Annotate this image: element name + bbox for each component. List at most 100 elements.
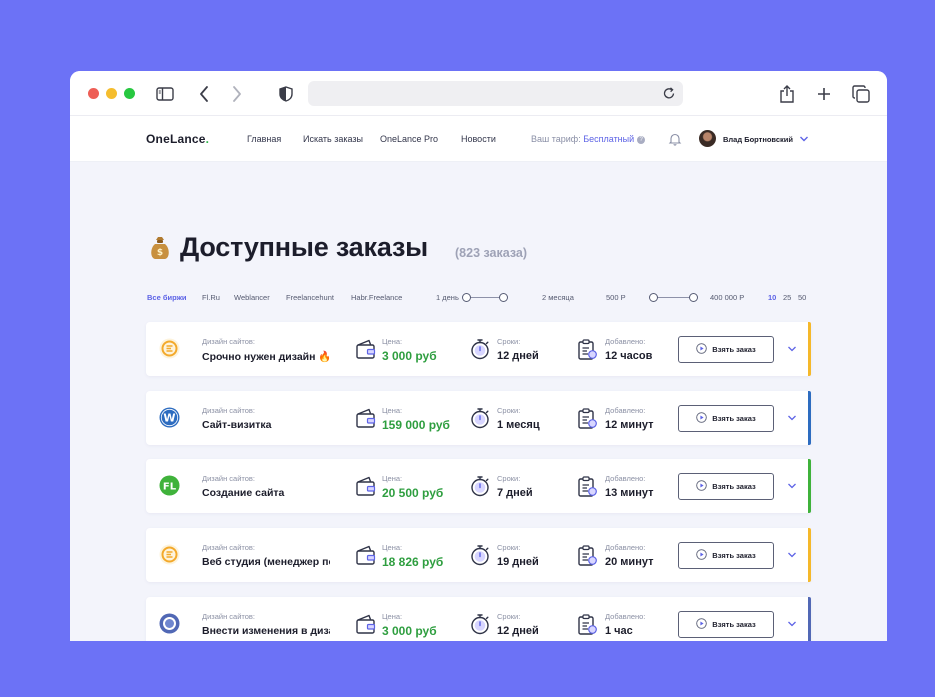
order-title[interactable]: Внести изменения в дизайн [202,625,330,637]
nav-link-search-orders[interactable]: Искать заказы [303,134,363,144]
user-name[interactable]: Влад Бортновский [723,135,793,144]
wallet-icon [355,407,377,429]
help-icon[interactable]: ? [637,136,646,144]
svg-text:W: W [163,411,175,424]
filter-source-all[interactable]: Все биржи [147,293,187,302]
per-page-10[interactable]: 10 [768,293,776,302]
order-card[interactable]: Дизайн сайтов: Веб студия (менеджер по пр… [146,528,811,583]
price-min-label: 500 Р [606,293,626,302]
filters-bar: Все биржи Fl.Ru Weblancer Freelancehunt … [70,291,887,305]
site-header: OneLance. Главная Искать заказы OneLance… [70,116,887,162]
new-tab-icon[interactable] [813,83,835,105]
chevron-down-icon[interactable] [799,134,809,144]
take-order-button[interactable]: Взять заказ [678,610,774,638]
bell-icon[interactable] [668,132,682,146]
order-added: 20 минут [605,556,654,569]
avatar[interactable] [699,130,716,147]
filter-source-habr[interactable]: Habr.Freelance [351,293,402,302]
order-card[interactable]: W Дизайн сайтов: Сайт-визитка Цена: 159 000… [146,390,811,445]
tariff-label: Ваш тариф: [531,134,581,144]
chevron-down-icon[interactable] [787,481,797,491]
price-label: Цена: [382,337,403,346]
weblancer-logo-icon: W [159,407,180,428]
take-order-label: Взять заказ [712,413,756,423]
reload-icon[interactable] [661,85,677,101]
per-page-50[interactable]: 50 [798,293,806,302]
filter-source-weblancer[interactable]: Weblancer [234,293,270,302]
order-source-stripe [808,390,811,445]
order-card[interactable]: Дизайн сайтов: Срочно нужен дизайн 🔥 Цена:… [146,322,811,376]
freelancehunt-logo-icon [159,338,180,359]
order-source-stripe [808,459,811,514]
take-order-button[interactable]: Взять заказ [678,542,774,570]
sidebar-toggle-icon[interactable] [154,83,176,105]
deadline-label: Сроки: [497,543,521,553]
order-deadline: 19 дней [497,556,539,569]
order-deadline: 1 месяц [497,418,540,431]
price-slider-min-handle[interactable] [649,293,658,302]
chevron-down-icon[interactable] [787,344,797,354]
nav-link-home[interactable]: Главная [247,134,281,144]
maximize-window-button[interactable] [124,88,135,99]
order-title[interactable]: Веб студия (менеджер по продажам) [202,556,330,568]
freelancehunt-logo-icon [159,544,180,565]
share-icon[interactable] [776,83,798,105]
order-price: 159 000 руб [382,417,450,432]
wallet-icon [355,544,377,566]
per-page-25[interactable]: 25 [783,293,791,302]
take-order-button[interactable]: Взять заказ [678,404,774,432]
duration-slider-max-handle[interactable] [499,293,508,302]
take-order-button[interactable]: Взять заказ [678,473,774,501]
chevron-down-icon[interactable] [787,550,797,560]
clipboard-icon [576,338,598,360]
play-icon [696,549,708,562]
back-arrow-icon[interactable] [193,83,215,105]
tariff-plan-link[interactable]: Бесплатный [583,134,634,144]
close-window-button[interactable] [88,88,99,99]
order-title[interactable]: Срочно нужен дизайн 🔥 [202,350,330,363]
shield-icon[interactable] [275,83,297,105]
chevron-down-icon[interactable] [787,619,797,629]
duration-slider-min-handle[interactable] [462,293,471,302]
wallet-icon [355,338,377,360]
added-label: Добавлено: [605,611,646,621]
take-order-label: Взять заказ [712,619,756,629]
filter-source-flru[interactable]: Fl.Ru [202,293,220,302]
added-label: Добавлено: [605,337,646,346]
wallet-icon [355,475,377,497]
nav-link-pro[interactable]: OneLance Pro [380,134,438,144]
price-label: Цена: [382,543,403,553]
order-category: Дизайн сайтов: [202,611,255,621]
address-bar[interactable] [308,81,683,106]
take-order-button[interactable]: Взять заказ [678,336,774,363]
clipboard-icon [576,475,598,498]
order-card[interactable]: Дизайн сайтов:Внести изменения в дизайн … [146,596,811,641]
price-slider-max-handle[interactable] [689,293,698,302]
deadline-label: Сроки: [497,611,521,621]
price-label: Цена: [382,611,403,621]
filter-source-freelancehunt[interactable]: Freelancehunt [286,293,334,302]
order-source-stripe [808,322,811,376]
order-card[interactable]: FL Дизайн сайтов: Создание сайта Цена: 20 5… [146,459,811,514]
stopwatch-icon [469,407,491,429]
orders-count: (823 заказа) [455,246,528,260]
chevron-down-icon[interactable] [787,413,797,423]
order-title[interactable]: Создание сайта [202,487,330,499]
order-source-stripe [808,596,811,641]
order-added: 1 час [605,624,633,637]
price-slider-track[interactable] [653,297,693,298]
browser-window: OneLance. Главная Искать заказы OneLance… [70,71,887,641]
site-logo[interactable]: OneLance. [146,132,209,146]
tabs-overview-icon[interactable] [850,83,872,105]
forward-arrow-icon[interactable] [226,83,248,105]
stopwatch-icon [469,338,491,360]
order-deadline: 12 дней [497,350,539,362]
order-title[interactable]: Сайт-визитка [202,419,330,431]
minimize-window-button[interactable] [106,88,117,99]
order-price: 3 000 руб [382,623,437,638]
order-added: 12 часов [605,350,653,362]
play-icon [696,411,708,425]
nav-link-news[interactable]: Новости [461,134,496,144]
clipboard-icon [576,613,598,635]
habr-logo-icon [159,613,180,634]
